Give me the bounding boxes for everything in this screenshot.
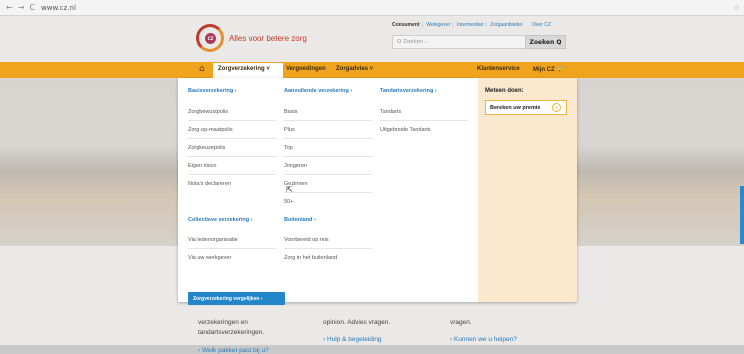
menu-link-50plus[interactable]: 50+ — [284, 199, 293, 205]
divider — [284, 248, 372, 249]
main-navbar: ⌂ Zorgverzekering ˅ Vergoedingen Zorgadv… — [0, 62, 744, 78]
content-text-1a: verzekeringen en — [198, 319, 248, 326]
back-icon[interactable]: ← — [6, 3, 13, 12]
menu-head-collectieve-verzekering[interactable]: Collectieve verzekering › — [188, 217, 253, 223]
site-header: CZ Alles voor betere zorg Consument | Wer… — [0, 16, 744, 62]
address-bar[interactable]: www.cz.nl — [41, 4, 76, 12]
divider — [380, 120, 468, 121]
divider — [188, 138, 276, 139]
bookmark-star-icon[interactable]: ☆ — [733, 3, 740, 12]
divider — [188, 174, 276, 175]
divider — [188, 120, 276, 121]
menu-head-buitenland[interactable]: Buitenland › — [284, 217, 316, 223]
content-text-3: vragen. — [450, 319, 472, 326]
arrow-circle-icon: › — [552, 103, 561, 112]
divider — [284, 192, 372, 193]
mouse-cursor-icon: ⇱ — [286, 185, 293, 194]
link-welk-pakket[interactable]: › Welk pakket past bij u? — [198, 347, 269, 354]
search-input[interactable]: Q Zoeken... — [392, 35, 526, 49]
menu-link-top[interactable]: Top — [284, 145, 293, 151]
link-kunnen-we-helpen[interactable]: › Kunnen we u helpen? — [450, 336, 517, 343]
menu-link-jongeren[interactable]: Jongeren — [284, 163, 307, 169]
toplink-werkgever[interactable]: Werkgever — [426, 22, 450, 28]
meteen-doen-panel: Meteen doen: Bereken uw premie › — [478, 78, 577, 302]
divider — [284, 120, 372, 121]
toplink-over-cz[interactable]: Over CZ — [532, 22, 551, 28]
zorgverzekering-mega-menu: Basisverzekering › Zorgbewustpolis Zorg-… — [178, 78, 577, 305]
reload-icon[interactable]: C — [29, 3, 35, 12]
nav-zorgadvies[interactable]: Zorgadvies ˅ — [336, 66, 373, 72]
nav-zorgverzekering[interactable]: Zorgverzekering ˅ — [218, 66, 270, 72]
menu-link-zorgkeuzepolis[interactable]: Zorgkeuzepolis — [188, 145, 225, 151]
calculate-premium-button[interactable]: Bereken uw premie › — [485, 100, 567, 115]
compare-insurance-button[interactable]: Zorgverzekering vergelijken › — [188, 292, 285, 305]
search-button[interactable]: Zoeken Q — [525, 35, 566, 49]
nav-klantenservice[interactable]: Klantenservice — [477, 66, 520, 72]
divider — [284, 138, 372, 139]
menu-link-eigen-risico[interactable]: Eigen risico — [188, 163, 216, 169]
nav-vergoedingen[interactable]: Vergoedingen — [286, 66, 326, 72]
content-text-2: opinion. Advies vragen. — [323, 319, 391, 326]
menu-link-voorbereid-op-reis[interactable]: Voorbereid op reis — [284, 237, 329, 243]
cz-logo-mark: CZ — [205, 33, 216, 44]
menu-link-via-uw-werkgever[interactable]: Via uw werkgever — [188, 255, 231, 261]
side-title: Meteen doen: — [485, 88, 524, 94]
menu-link-tandarts[interactable]: Tandarts — [380, 109, 401, 115]
toplink-zorgaanbieder[interactable]: Zorgaanbieder — [490, 22, 523, 28]
divider — [188, 156, 276, 157]
divider — [284, 174, 372, 175]
menu-head-aanvullende-verzekering[interactable]: Aanvullende verzekering › — [284, 88, 352, 94]
link-hulp-begeleiding[interactable]: › Hulp & begeleiding — [323, 336, 382, 343]
menu-head-tandartsverzekering[interactable]: Tandartsverzekering › — [380, 88, 437, 94]
audience-links: Consument | Werkgever | Intermediair | Zorg… — [392, 22, 551, 28]
divider — [284, 156, 372, 157]
menu-link-via-ledenorganisatie[interactable]: Via ledenorganisatie — [188, 237, 238, 243]
menu-link-plus[interactable]: Plus — [284, 127, 295, 133]
toplink-consument[interactable]: Consument — [392, 22, 420, 28]
menu-link-uitgebreide-tandarts[interactable]: Uitgebreide Tandarts — [380, 127, 431, 133]
forward-icon[interactable]: → — [18, 3, 25, 12]
menu-link-zorg-op-maatpolis[interactable]: Zorg-op-maatpolis — [188, 127, 233, 133]
menu-link-zorgbewustpolis[interactable]: Zorgbewustpolis — [188, 109, 228, 115]
tagline: Alles voor betere zorg — [229, 34, 307, 43]
browser-toolbar: ← → C www.cz.nl ☆ — [0, 0, 744, 16]
toplink-intermediair[interactable]: Intermediair — [457, 22, 483, 28]
home-icon[interactable]: ⌂ — [199, 64, 205, 74]
website: CZ Alles voor betere zorg Consument | Wer… — [0, 16, 744, 354]
content-text-1b: tandartsverzekeringen. — [198, 329, 265, 336]
nav-mijn-cz[interactable]: Mijn CZ 🔒 — [533, 66, 564, 73]
menu-link-basis[interactable]: Basis — [284, 109, 297, 115]
menu-link-notas-declareren[interactable]: Nota's declareren — [188, 181, 231, 187]
feedback-tab[interactable] — [740, 186, 744, 244]
divider — [188, 248, 276, 249]
menu-link-zorg-in-het-buitenland[interactable]: Zorg in het buitenland — [284, 255, 337, 261]
menu-head-basisverzekering[interactable]: Basisverzekering › — [188, 88, 237, 94]
